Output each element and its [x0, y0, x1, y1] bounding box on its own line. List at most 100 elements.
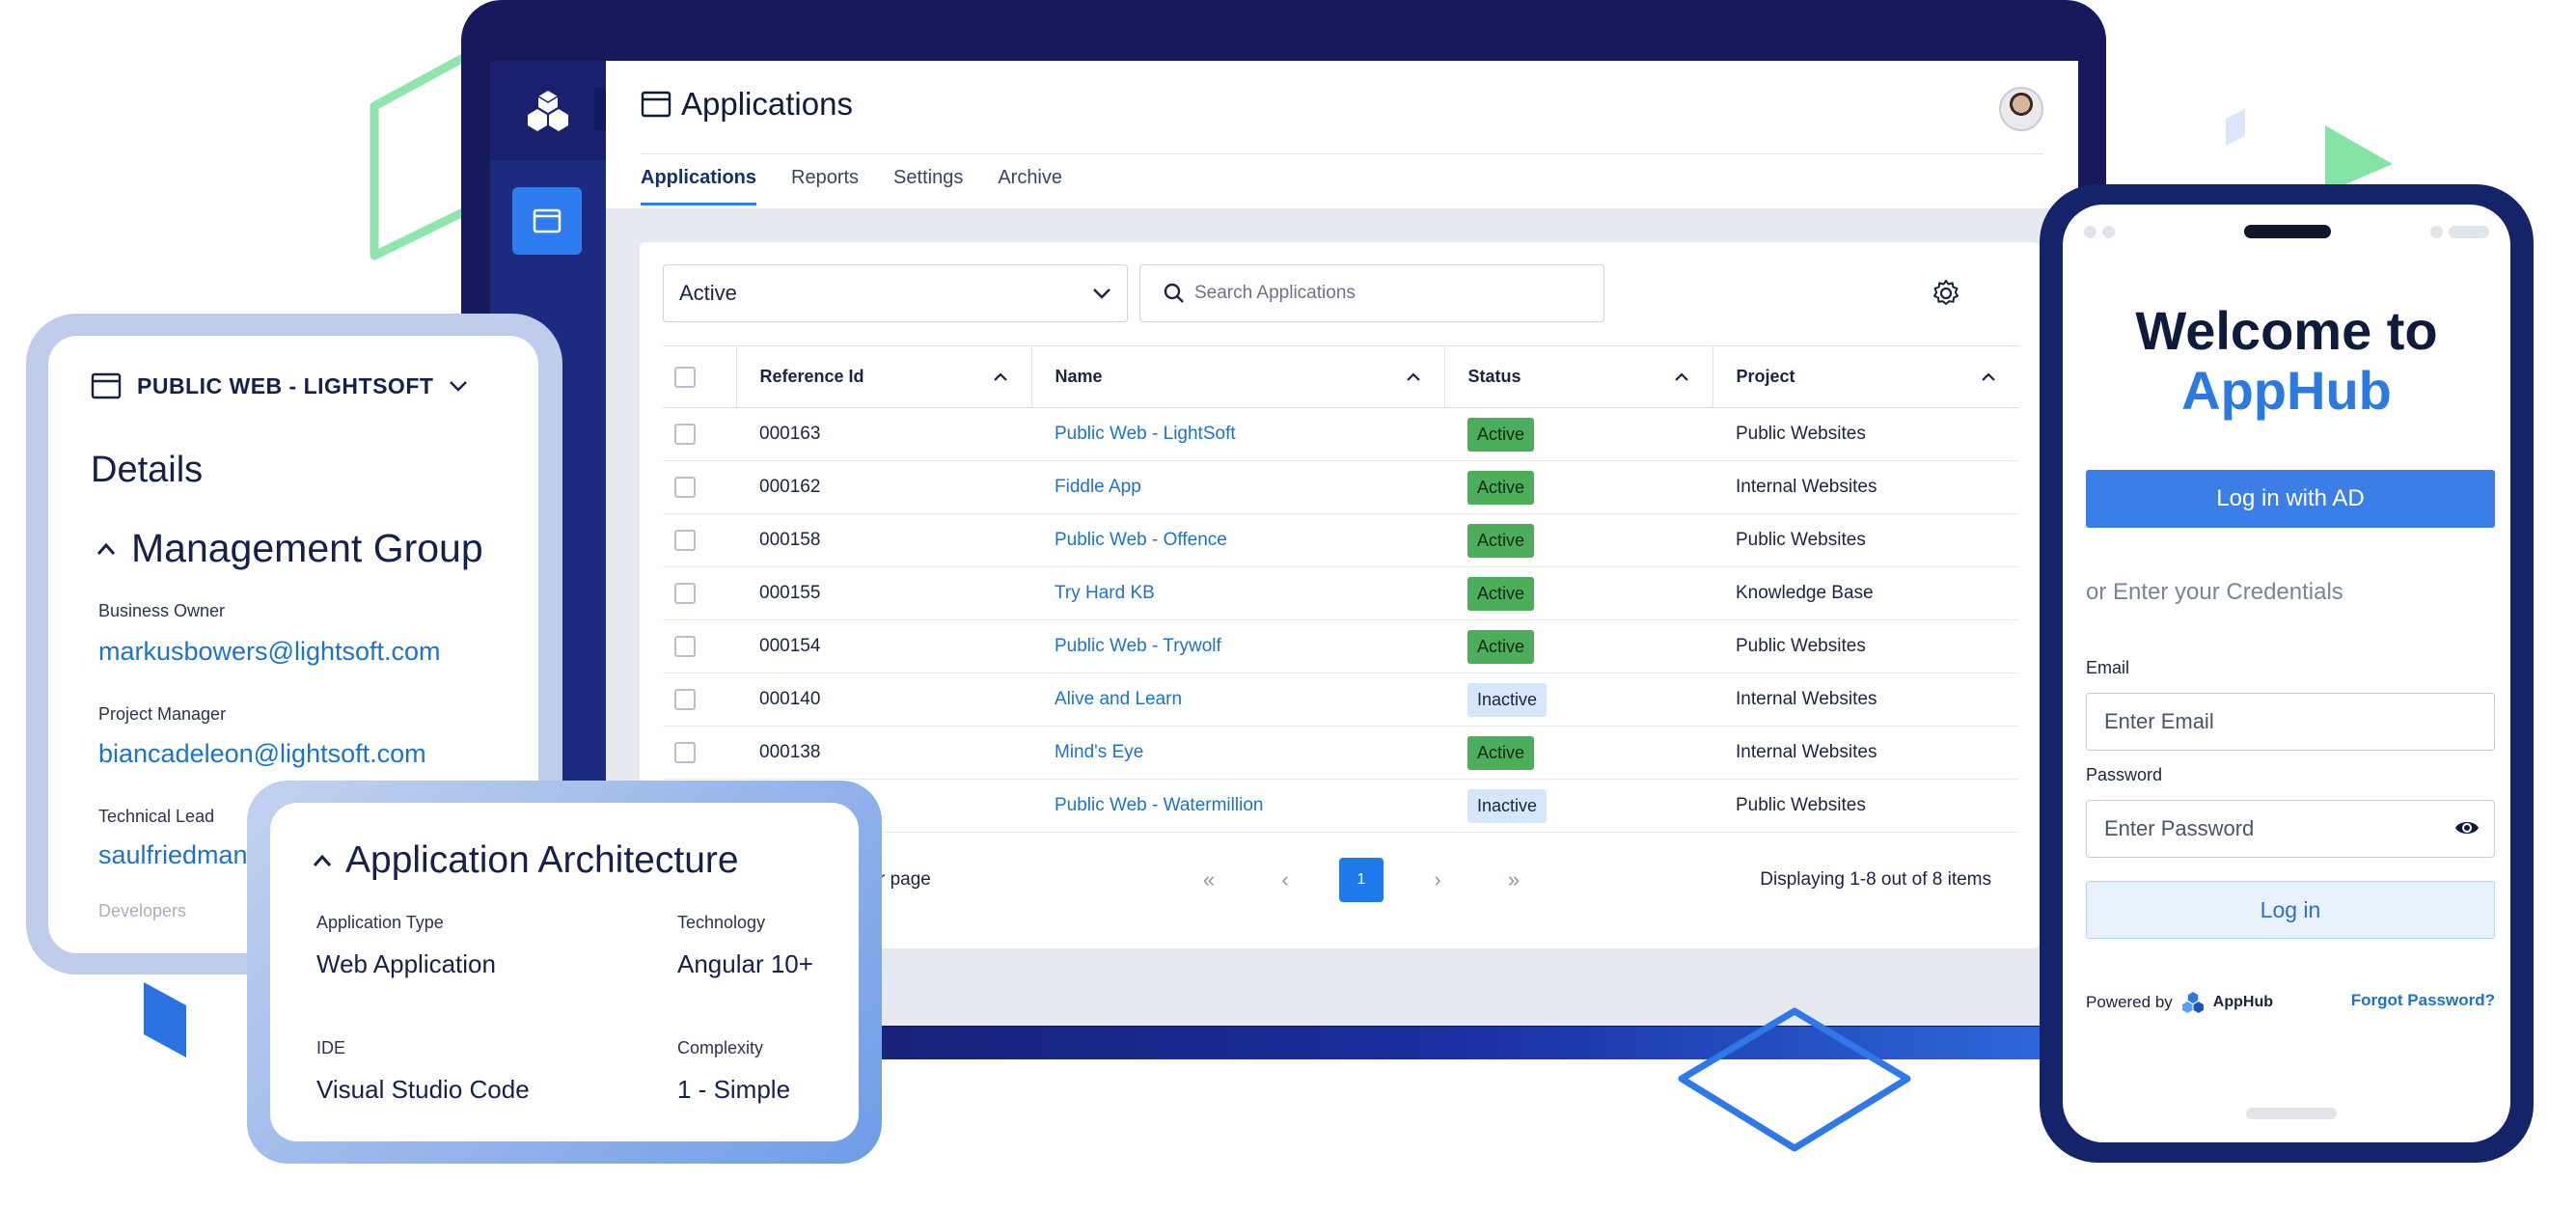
- row-checkbox[interactable]: [674, 476, 696, 498]
- reference-id-cell: 000158: [736, 513, 1031, 567]
- window-icon: [91, 372, 122, 399]
- technical-lead-email[interactable]: saulfriedman: [98, 840, 248, 870]
- business-owner-email[interactable]: markusbowers@lightsoft.com: [98, 637, 441, 667]
- row-checkbox[interactable]: [674, 741, 696, 763]
- column-header-reference-id[interactable]: Reference Id: [735, 345, 1031, 408]
- chevron-up-icon: [96, 542, 116, 555]
- page-title: Applications: [681, 86, 853, 122]
- cubes-logo-icon: [2181, 992, 2204, 1013]
- chevron-down-icon: [1093, 288, 1110, 299]
- status-cell: Active: [1444, 513, 1713, 567]
- reference-id-cell: 000138: [736, 726, 1031, 780]
- complexity-label: Complexity: [677, 1038, 764, 1057]
- header-divider: [641, 153, 2043, 154]
- complexity-value: 1 - Simple: [677, 1075, 791, 1104]
- application-name-link[interactable]: Public Web - Trywolf: [1055, 636, 1221, 656]
- forgot-password-link[interactable]: Forgot Password?: [2351, 991, 2495, 1010]
- sidebar-item-applications[interactable]: [512, 187, 582, 255]
- select-all-cell: [663, 345, 736, 408]
- column-header-status[interactable]: Status: [1443, 345, 1713, 408]
- welcome-brand: AppHub: [2181, 360, 2392, 421]
- tab-reports[interactable]: Reports: [791, 167, 859, 206]
- page-title-row: Applications: [641, 86, 853, 123]
- project-cell: Public Websites: [1713, 407, 2019, 461]
- powered-by: Powered by AppHub: [2086, 991, 2273, 1014]
- application-name-link[interactable]: Alive and Learn: [1055, 689, 1182, 709]
- project-cell: Internal Websites: [1713, 460, 2019, 514]
- table-row[interactable]: 000163 Public Web - LightSoft Active Public…: [663, 407, 2019, 461]
- email-field[interactable]: [2086, 693, 2495, 751]
- status-cell: Active: [1444, 566, 1713, 620]
- name-cell: Try Hard KB: [1031, 566, 1444, 620]
- project-cell: Internal Websites: [1713, 726, 2019, 780]
- pale-blue-diamond-decoration: [2226, 109, 2245, 146]
- application-name-link[interactable]: Public Web - Offence: [1055, 530, 1227, 550]
- tab-applications[interactable]: Applications: [641, 167, 757, 206]
- ide-label: IDE: [316, 1038, 346, 1057]
- status-badge: Active: [1467, 629, 1535, 664]
- management-group-toggle[interactable]: Management Group: [96, 526, 483, 571]
- status-filter-select[interactable]: Active: [663, 264, 1128, 322]
- last-page-button[interactable]: »: [1492, 858, 1536, 902]
- status-dots-right: [2430, 226, 2489, 238]
- row-select-cell: [663, 460, 736, 514]
- table-settings-button[interactable]: [1929, 276, 1963, 311]
- management-group-title: Management Group: [131, 526, 483, 570]
- search-input[interactable]: Search Applications: [1139, 264, 1604, 322]
- app-selector-label: PUBLIC WEB - LIGHTSOFT: [137, 372, 434, 398]
- column-header-project[interactable]: Project: [1712, 345, 2019, 408]
- sort-asc-icon: [993, 371, 1007, 381]
- login-with-ad-button[interactable]: Log in with AD: [2086, 470, 2495, 528]
- application-name-link[interactable]: Public Web - Watermillion: [1055, 795, 1263, 815]
- password-field[interactable]: [2086, 800, 2495, 858]
- next-page-button[interactable]: ›: [1415, 858, 1460, 902]
- chevron-down-icon: [450, 381, 468, 392]
- first-page-button[interactable]: «: [1187, 858, 1231, 902]
- search-icon: [1164, 283, 1184, 303]
- application-name-link[interactable]: Mind's Eye: [1055, 742, 1143, 762]
- tab-settings[interactable]: Settings: [893, 167, 963, 206]
- login-button[interactable]: Log in: [2086, 881, 2495, 939]
- sidebar-logo[interactable]: [490, 61, 606, 160]
- name-cell: Fiddle App: [1031, 460, 1444, 514]
- column-header-name[interactable]: Name: [1030, 345, 1444, 408]
- table-row[interactable]: 000155 Try Hard KB Active Knowledge Base: [663, 566, 2019, 620]
- status-badge: Active: [1467, 523, 1535, 558]
- table-row[interactable]: 000154 Public Web - Trywolf Active Public W…: [663, 619, 2019, 673]
- page-1-button[interactable]: 1: [1339, 858, 1384, 902]
- status-cell: Inactive: [1444, 673, 1713, 727]
- applications-table: Reference Id Name Status Project 000163 P…: [663, 345, 2019, 833]
- name-cell: Public Web - Watermillion: [1031, 779, 1444, 833]
- architecture-toggle[interactable]: Application Architecture: [313, 839, 739, 882]
- avatar[interactable]: [1999, 87, 2043, 131]
- eye-icon[interactable]: [2454, 815, 2480, 840]
- blue-diamond-outline-decoration: [1678, 1007, 1911, 1152]
- project-manager-email[interactable]: biancadeleon@lightsoft.com: [98, 739, 426, 769]
- application-name-link[interactable]: Try Hard KB: [1055, 583, 1155, 603]
- tab-archive[interactable]: Archive: [998, 167, 1062, 206]
- search-placeholder: Search Applications: [1194, 283, 1356, 303]
- application-name-link[interactable]: Public Web - LightSoft: [1055, 424, 1236, 444]
- technology-label: Technology: [677, 913, 766, 932]
- application-name-link[interactable]: Fiddle App: [1055, 477, 1141, 497]
- details-heading: Details: [91, 450, 204, 490]
- column-header-label: Status: [1467, 367, 1521, 386]
- table-row[interactable]: 000158 Public Web - Offence Active Public W…: [663, 513, 2019, 567]
- application-type-value: Web Application: [316, 949, 496, 978]
- row-checkbox[interactable]: [674, 423, 696, 445]
- status-cell: Active: [1444, 407, 1713, 461]
- sort-asc-icon: [1406, 371, 1420, 381]
- technical-lead-label: Technical Lead: [98, 807, 215, 826]
- table-row[interactable]: 000162 Fiddle App Active Internal Websites: [663, 460, 2019, 514]
- app-selector[interactable]: PUBLIC WEB - LIGHTSOFT: [91, 372, 468, 399]
- row-checkbox[interactable]: [674, 529, 696, 551]
- architecture-card: Application Architecture Application Typ…: [270, 803, 859, 1141]
- select-all-checkbox[interactable]: [674, 366, 696, 388]
- row-checkbox[interactable]: [674, 688, 696, 710]
- table-row[interactable]: 000138 Mind's Eye Active Internal Websites: [663, 726, 2019, 780]
- reference-id-cell: 000155: [736, 566, 1031, 620]
- row-checkbox[interactable]: [674, 635, 696, 657]
- table-row[interactable]: 000140 Alive and Learn Inactive Internal We…: [663, 673, 2019, 727]
- prev-page-button[interactable]: ‹: [1263, 858, 1307, 902]
- row-checkbox[interactable]: [674, 582, 696, 604]
